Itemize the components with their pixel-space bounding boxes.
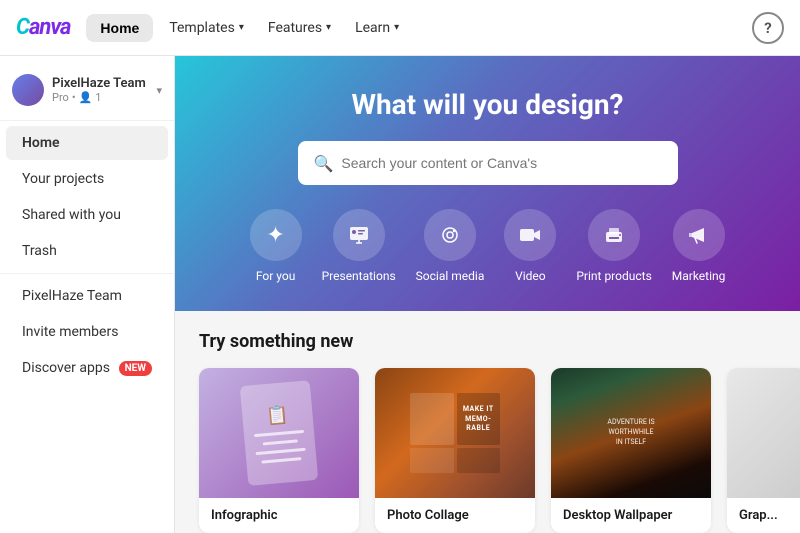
sidebar-item-home[interactable]: Home bbox=[6, 126, 168, 160]
new-badge: NEW bbox=[119, 361, 152, 376]
sidebar-item-trash[interactable]: Trash bbox=[6, 234, 168, 268]
search-icon: 🔍 bbox=[314, 154, 334, 173]
team-selector[interactable]: PixelHaze Team Pro • 👤 1 ▾ bbox=[0, 64, 174, 116]
social-media-icon bbox=[424, 209, 476, 261]
team-avatar bbox=[12, 74, 44, 106]
design-card-infographic[interactable]: 📋 Infographic bbox=[199, 368, 359, 533]
wallpaper-thumb: ADVENTURE ISWORTHWHILEIN ITSELF bbox=[551, 368, 711, 498]
team-meta: Pro • 👤 1 bbox=[52, 91, 148, 104]
marketing-icon bbox=[673, 209, 725, 261]
graph-thumb bbox=[727, 368, 800, 498]
sidebar-item-your-projects[interactable]: Your projects bbox=[6, 162, 168, 196]
for-you-label: For you bbox=[256, 269, 295, 283]
team-chevron-icon: ▾ bbox=[156, 84, 162, 97]
design-card-photo-collage[interactable]: MAKE ITMEMO-RABLE Photo Collage bbox=[375, 368, 535, 533]
for-you-icon: ✦ bbox=[250, 209, 302, 261]
main-layout: PixelHaze Team Pro • 👤 1 ▾ Home Your pro… bbox=[0, 56, 800, 533]
discover-apps-label: Discover apps bbox=[22, 360, 110, 376]
sidebar-item-pixelhaze-team[interactable]: PixelHaze Team bbox=[6, 279, 168, 313]
learn-nav-label: Learn bbox=[355, 20, 390, 36]
category-video[interactable]: Video bbox=[504, 209, 556, 283]
infographic-label: Infographic bbox=[199, 498, 359, 533]
design-card-desktop-wallpaper[interactable]: ADVENTURE ISWORTHWHILEIN ITSELF Desktop … bbox=[551, 368, 711, 533]
features-nav-label: Features bbox=[268, 20, 322, 36]
features-chevron-icon: ▾ bbox=[326, 22, 331, 33]
category-row: ✦ For you Presentations Social media bbox=[250, 209, 726, 283]
hero-title: What will you design? bbox=[352, 88, 624, 121]
sidebar-item-shared-with-you[interactable]: Shared with you bbox=[6, 198, 168, 232]
hero-section: What will you design? 🔍 ✦ For you Presen… bbox=[175, 56, 800, 311]
design-card-row: 📋 Infographic bbox=[199, 368, 776, 533]
photo-collage-label: Photo Collage bbox=[375, 498, 535, 533]
sidebar-divider-2 bbox=[0, 273, 174, 274]
category-print-products[interactable]: Print products bbox=[576, 209, 651, 283]
templates-chevron-icon: ▾ bbox=[239, 22, 244, 33]
help-button[interactable]: ? bbox=[752, 12, 784, 44]
infographic-thumb: 📋 bbox=[199, 368, 359, 498]
design-card-graph[interactable]: Grap... bbox=[727, 368, 800, 533]
video-label: Video bbox=[515, 269, 546, 283]
search-input[interactable] bbox=[341, 155, 661, 171]
search-bar: 🔍 bbox=[298, 141, 678, 185]
video-icon bbox=[504, 209, 556, 261]
presentations-label: Presentations bbox=[322, 269, 396, 283]
top-nav: Canva Home Templates ▾ Features ▾ Learn … bbox=[0, 0, 800, 56]
sidebar-divider-1 bbox=[0, 120, 174, 121]
features-nav-item[interactable]: Features ▾ bbox=[256, 14, 343, 42]
try-section-title: Try something new bbox=[199, 331, 776, 352]
home-nav-button[interactable]: Home bbox=[86, 14, 153, 42]
wallpaper-label: Desktop Wallpaper bbox=[551, 498, 711, 533]
sidebar: PixelHaze Team Pro • 👤 1 ▾ Home Your pro… bbox=[0, 56, 175, 533]
learn-nav-item[interactable]: Learn ▾ bbox=[343, 14, 411, 42]
graph-label: Grap... bbox=[727, 498, 800, 533]
print-products-icon bbox=[588, 209, 640, 261]
main-content: What will you design? 🔍 ✦ For you Presen… bbox=[175, 56, 800, 533]
person-icon: 👤 bbox=[79, 91, 93, 104]
sidebar-item-discover-apps[interactable]: Discover apps NEW bbox=[6, 351, 168, 385]
learn-chevron-icon: ▾ bbox=[394, 22, 399, 33]
templates-nav-item[interactable]: Templates ▾ bbox=[157, 14, 256, 42]
team-pro-badge: Pro bbox=[52, 91, 69, 104]
social-media-label: Social media bbox=[416, 269, 485, 283]
print-products-label: Print products bbox=[576, 269, 651, 283]
try-section: Try something new 📋 Infographic bbox=[175, 311, 800, 533]
team-member-count: 1 bbox=[95, 91, 101, 104]
sidebar-item-invite-members[interactable]: Invite members bbox=[6, 315, 168, 349]
presentations-icon bbox=[333, 209, 385, 261]
canva-logo: Canva bbox=[16, 15, 70, 40]
marketing-label: Marketing bbox=[672, 269, 726, 283]
templates-nav-label: Templates bbox=[169, 20, 235, 36]
category-social-media[interactable]: Social media bbox=[416, 209, 485, 283]
team-name: PixelHaze Team bbox=[52, 76, 148, 91]
category-marketing[interactable]: Marketing bbox=[672, 209, 726, 283]
photo-collage-thumb: MAKE ITMEMO-RABLE bbox=[375, 368, 535, 498]
category-for-you[interactable]: ✦ For you bbox=[250, 209, 302, 283]
category-presentations[interactable]: Presentations bbox=[322, 209, 396, 283]
